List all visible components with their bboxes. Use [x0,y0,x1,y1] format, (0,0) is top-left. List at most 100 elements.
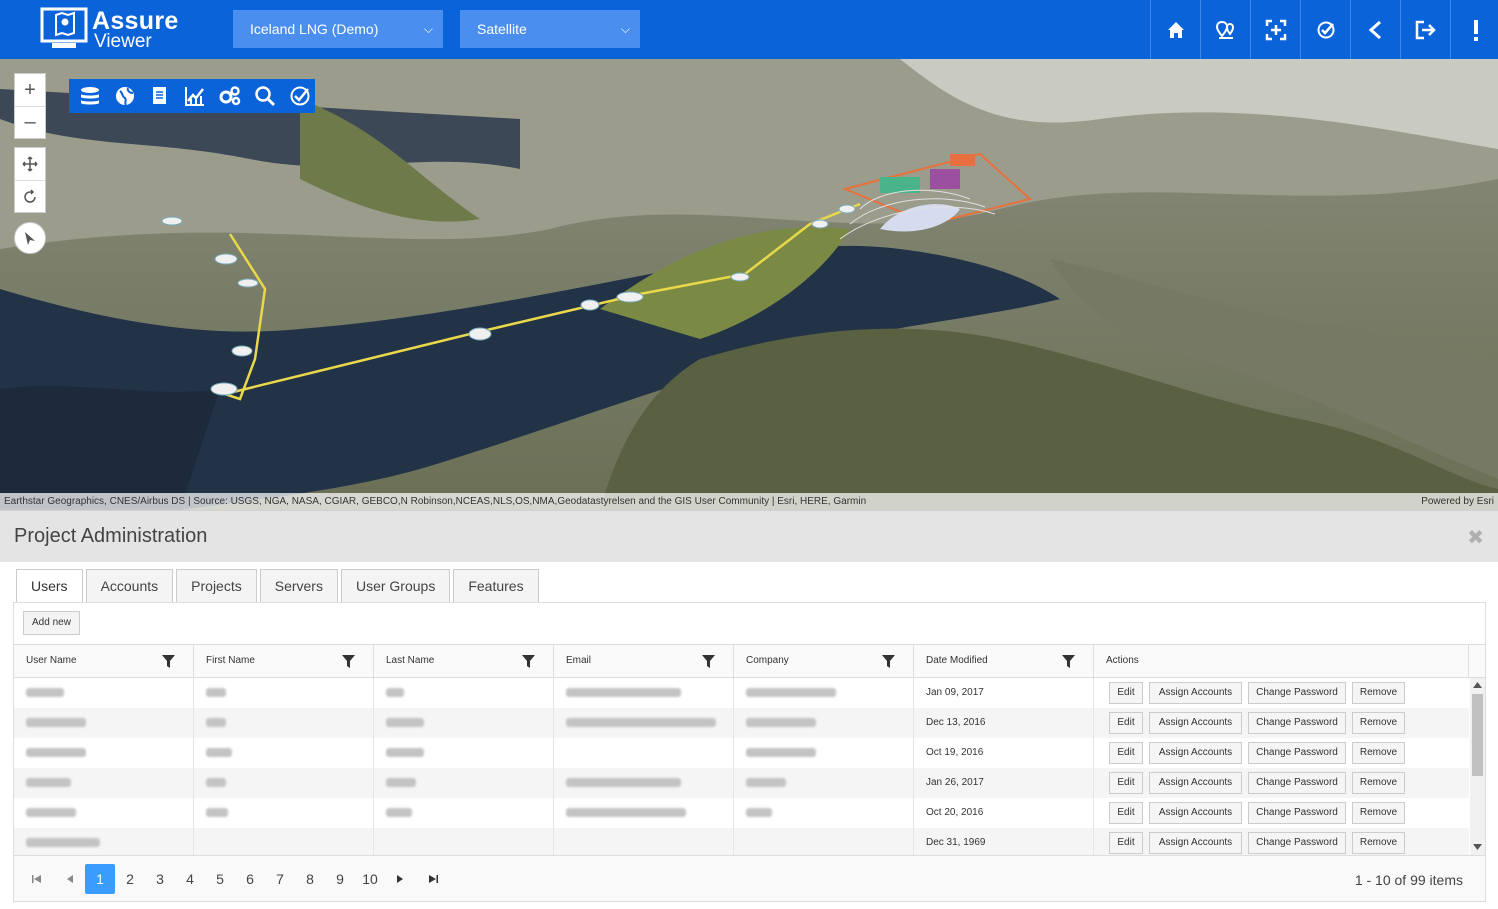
column-header-last-name[interactable]: Last Name [374,645,554,678]
zoom-out-button[interactable]: – [15,106,45,138]
change-password-button[interactable]: Change Password [1248,682,1346,704]
app-logo[interactable]: Assure Viewer [40,7,190,52]
filter-icon[interactable] [702,655,715,668]
page-button-7[interactable]: 7 [265,864,295,894]
page-button-10[interactable]: 10 [355,864,385,894]
last-name-cell [374,708,554,738]
edit-button[interactable]: Edit [1109,682,1143,704]
alert-icon [1473,19,1478,41]
chart-button[interactable] [180,82,209,111]
remove-button[interactable]: Remove [1352,742,1405,764]
change-password-button[interactable]: Change Password [1248,742,1346,764]
logout-button[interactable] [1400,0,1450,59]
filter-icon[interactable] [162,655,175,668]
alert-button[interactable] [1450,0,1498,59]
change-password-button[interactable]: Change Password [1248,772,1346,794]
filter-icon[interactable] [342,655,355,668]
column-header-first-name[interactable]: First Name [194,645,374,678]
zoom-in-button[interactable]: + [15,74,45,106]
page-button-4[interactable]: 4 [175,864,205,894]
assign-accounts-button[interactable]: Assign Accounts [1149,802,1242,824]
page-button-5[interactable]: 5 [205,864,235,894]
remove-button[interactable]: Remove [1352,802,1405,824]
previous-page-icon[interactable] [55,864,85,894]
redacted-text [566,687,681,697]
redacted-text [746,687,836,697]
filter-icon[interactable] [882,655,895,668]
assign-accounts-button[interactable]: Assign Accounts [1149,742,1242,764]
scroll-up-icon[interactable] [1473,682,1482,688]
rotate-button[interactable] [15,180,45,212]
edit-button[interactable]: Edit [1109,832,1143,854]
add-new-button[interactable]: Add new [23,611,80,635]
scroll-down-icon[interactable] [1473,844,1482,850]
page-button-6[interactable]: 6 [235,864,265,894]
basemap-select[interactable]: Satellite ⌵ [460,10,640,48]
zoom-extent-button[interactable] [1250,0,1300,59]
search-button[interactable] [250,82,279,111]
globe-button[interactable] [110,82,139,111]
page-button-1[interactable]: 1 [85,864,115,894]
remove-button[interactable]: Remove [1352,832,1405,854]
change-password-button[interactable]: Change Password [1248,832,1346,854]
layers-button[interactable] [75,82,104,111]
map-view[interactable]: + – Earthstar Geographics, CNES/Airbus D… [0,59,1498,510]
next-page-icon[interactable] [385,864,415,894]
page-button-9[interactable]: 9 [325,864,355,894]
edit-button[interactable]: Edit [1109,742,1143,764]
tab-servers[interactable]: Servers [259,569,338,603]
redacted-text [746,807,772,817]
remove-button[interactable]: Remove [1352,712,1405,734]
date-modified-cell: Oct 19, 2016 [914,738,1094,768]
tab-users[interactable]: Users [16,569,83,603]
back-button[interactable] [1350,0,1400,59]
last-name-cell [374,678,554,708]
filter-icon[interactable] [522,655,535,668]
user-name-cell [14,738,194,768]
page-button-3[interactable]: 3 [145,864,175,894]
logo-text-viewer: Viewer [94,31,152,52]
assign-accounts-button[interactable]: Assign Accounts [1149,832,1242,854]
documents-button[interactable] [145,82,174,111]
redacted-text [386,777,416,787]
tab-accounts[interactable]: Accounts [85,569,174,603]
page-button-2[interactable]: 2 [115,864,145,894]
tab-user-groups[interactable]: User Groups [340,569,451,603]
last-page-icon[interactable] [418,864,448,894]
scrollbar-thumb[interactable] [1472,694,1483,776]
page-button-8[interactable]: 8 [295,864,325,894]
check-button[interactable] [285,82,314,111]
edit-button[interactable]: Edit [1109,802,1143,824]
settings-button[interactable] [215,82,244,111]
tab-features[interactable]: Features [453,569,539,603]
assign-accounts-button[interactable]: Assign Accounts [1149,682,1242,704]
redacted-text [26,807,76,817]
project-select[interactable]: Iceland LNG (Demo) ⌵ [233,10,443,48]
grid-scrollbar[interactable] [1470,678,1485,858]
assign-accounts-button[interactable]: Assign Accounts [1149,712,1242,734]
close-icon[interactable]: ✖ [1467,525,1484,550]
tab-projects[interactable]: Projects [176,569,257,603]
edit-button[interactable]: Edit [1109,712,1143,734]
globe-icon [115,87,134,106]
pan-button[interactable] [15,148,45,180]
first-page-icon[interactable] [22,864,52,894]
edit-button[interactable]: Edit [1109,772,1143,794]
column-header-company[interactable]: Company [734,645,914,678]
compass-button[interactable] [14,222,46,254]
check-location-icon [1317,21,1334,38]
change-password-button[interactable]: Change Password [1248,712,1346,734]
change-password-button[interactable]: Change Password [1248,802,1346,824]
check-location-button[interactable] [1300,0,1350,59]
column-header-date-modified[interactable]: Date Modified [914,645,1094,678]
home-button[interactable] [1150,0,1200,59]
locations-button[interactable] [1200,0,1250,59]
remove-button[interactable]: Remove [1352,772,1405,794]
column-header-email[interactable]: Email [554,645,734,678]
redacted-text [566,807,686,817]
assign-accounts-button[interactable]: Assign Accounts [1149,772,1242,794]
column-header-user-name[interactable]: User Name [14,645,194,678]
filter-icon[interactable] [1062,655,1075,668]
remove-button[interactable]: Remove [1352,682,1405,704]
powered-by-text[interactable]: Powered by Esri [1421,493,1494,510]
